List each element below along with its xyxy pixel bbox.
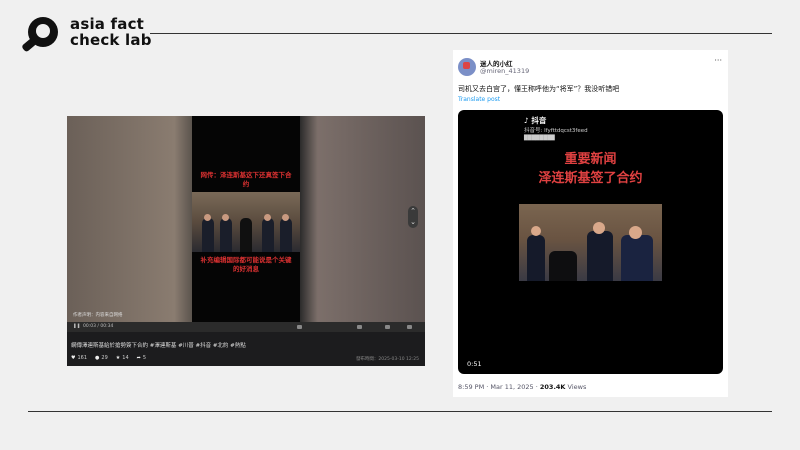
tweet-meta: 8:59 PM · Mar 11, 2025 · 203.4K Views [458,383,587,391]
douyin-player-screenshot: 网传：泽连斯基这下还真签下合约 补充编辑国际都可能说是个关键的好消息 ⌃ ⌄ 作者… [67,116,425,366]
video-frame[interactable]: 网传：泽连斯基这下还真签下合约 补充编辑国际都可能说是个关键的好消息 [192,116,300,322]
share-icon: ➦ [136,355,141,361]
video-scene [192,192,300,252]
tiktok-sub: ████████ [524,135,555,141]
pause-icon[interactable]: ❚❚ [73,324,81,329]
post-description: 網傳澤連斯基給於搶勢簽下合約 #澤連斯基 #川普 #抖音 #北約 #熱點 [71,343,246,349]
video-caption-bottom: 补充编辑国际都可能说是个关键的好消息 [200,256,292,273]
like-count[interactable]: ♥ 161 [71,355,87,361]
player-controls[interactable]: ❚❚ 00:03 / 00:34 [67,322,425,332]
heart-icon: ♥ [71,355,76,361]
video-duration: 0:51 [467,360,482,368]
view-count: 203.4K [539,383,566,391]
volume-icon[interactable] [385,325,390,329]
brand-name: asia fact check lab [70,15,152,49]
post-stats: ♥ 161 ● 29 ★ 14 ➦ 5 [71,355,146,361]
comment-count[interactable]: ● 29 [95,355,108,361]
avatar[interactable] [458,58,476,76]
settings-icon[interactable] [357,325,362,329]
tweet-text: 司机又去白宫了，懂王称呼他为“将军”？我没听错吧 [458,85,620,93]
comment-icon: ● [95,355,100,361]
star-icon: ★ [115,355,121,361]
playback-time: 00:03 / 00:34 [83,324,114,329]
logo: asia fact check lab [21,15,152,53]
fullscreen-icon[interactable] [407,325,412,329]
nav-arrows-icon[interactable]: ⌃ ⌄ [408,206,418,228]
tiktok-id: 抖音号: lfyfttdqcst3feed [524,128,588,134]
translate-post-link[interactable]: Translate post [458,96,500,103]
tweet-screenshot: 迷人的小红 @miren_41319 ··· 司机又去白宫了，懂王称呼他为“将军… [453,50,728,397]
video-caption-top: 网传：泽连斯基这下还真签下合约 [200,171,292,188]
author-note: 作者声明：内容来自网络 [73,313,123,318]
footer-divider [28,411,772,412]
user-handle[interactable]: @miren_41319 [480,67,529,75]
post-date: 發布時間：2025-03-10 12:25 [355,357,419,362]
more-options-icon[interactable]: ··· [714,56,722,65]
share-count[interactable]: ➦ 5 [137,355,146,361]
danmaku-icon[interactable] [297,325,302,329]
video-headline-2: 泽连斯基签了合约 [538,171,643,186]
magnifier-logo-icon [21,17,58,53]
favorite-count[interactable]: ★ 14 [116,355,129,361]
tiktok-watermark: ♪ 抖音 [524,116,547,125]
video-headline-1: 重要新闻 [564,152,617,167]
tweet-video[interactable]: ♪ 抖音 抖音号: lfyfttdqcst3feed ████████ 重要新闻… [458,110,723,374]
header-divider [150,33,772,34]
video-scene [519,204,662,281]
